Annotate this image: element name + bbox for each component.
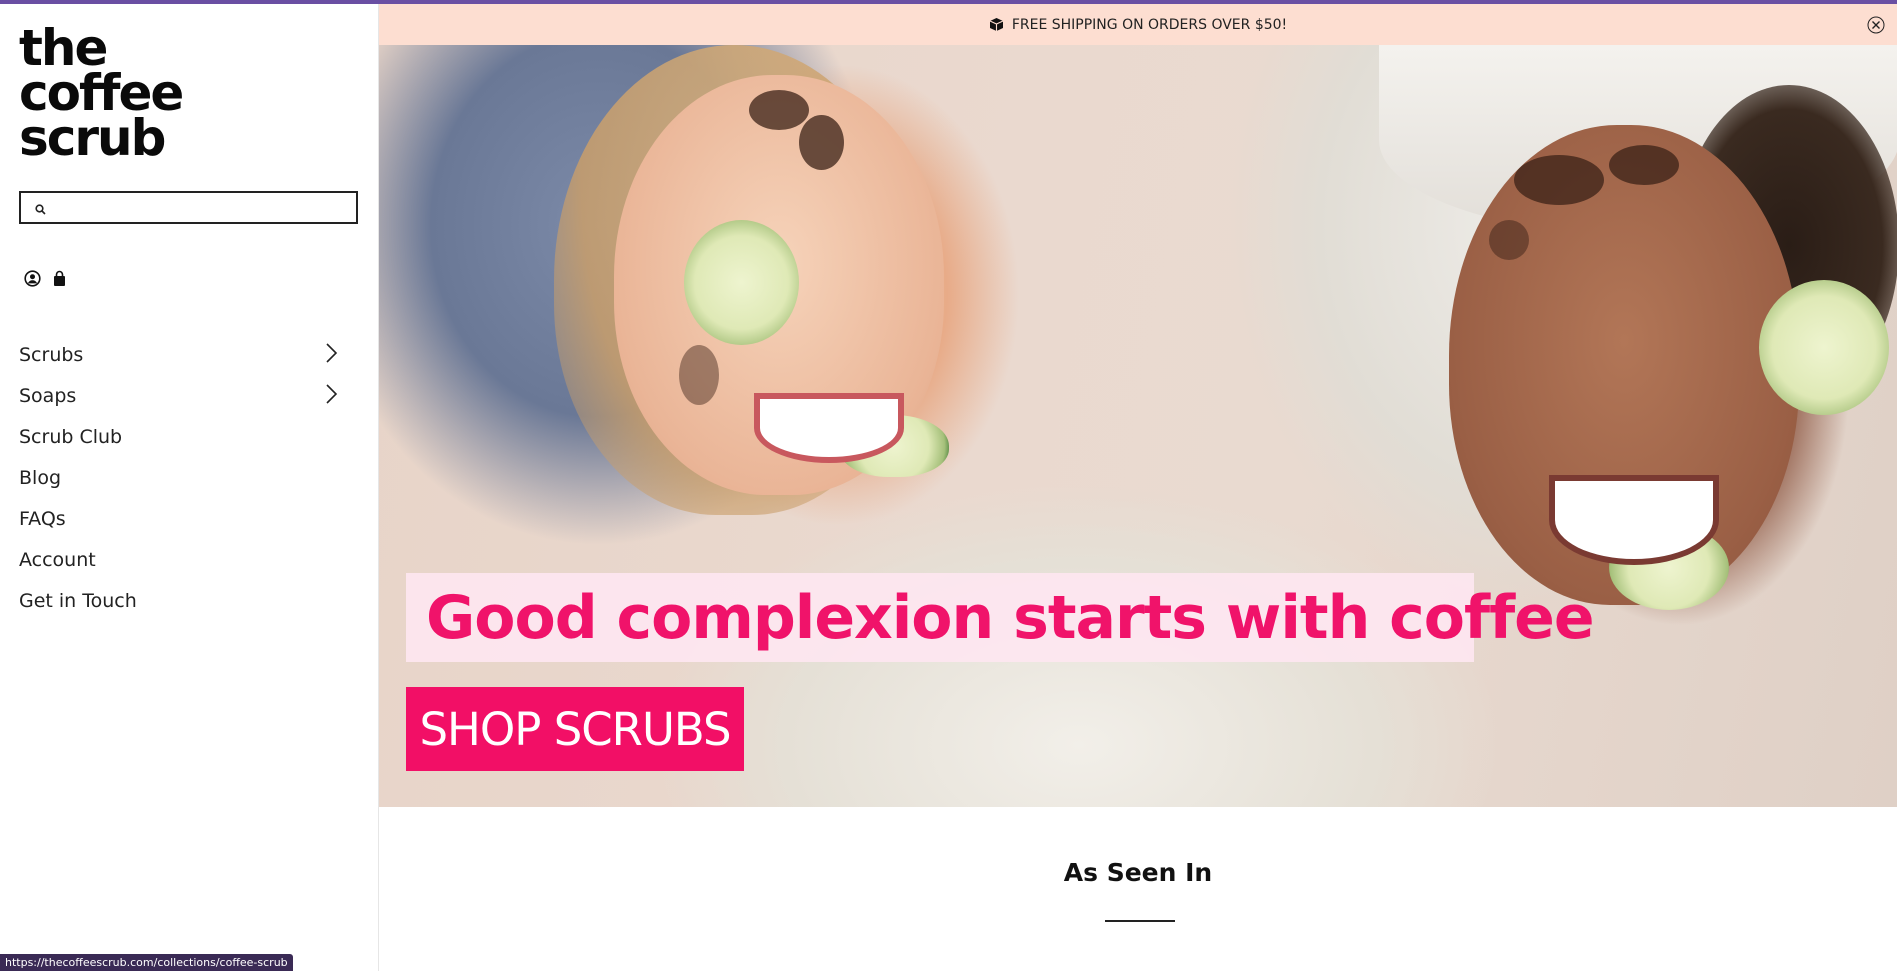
hero-photo-shape: [1489, 220, 1529, 260]
hero-photo-shape: [799, 115, 844, 170]
box-icon: [989, 17, 1004, 32]
chevron-right-icon[interactable]: [322, 381, 340, 407]
status-bar-url: https://thecoffeescrub.com/collections/c…: [0, 954, 293, 971]
shop-scrubs-button[interactable]: SHOP SCRUBS: [406, 687, 744, 771]
bag-icon[interactable]: [51, 270, 68, 287]
hero-photo-shape: [1514, 155, 1604, 205]
nav-item-label: Scrub Club: [19, 425, 123, 448]
nav-item-label: Blog: [19, 466, 61, 489]
hero-photo-shape: [754, 393, 904, 463]
nav-item-scrub-club[interactable]: Scrub Club: [19, 416, 349, 457]
announcement-text: FREE SHIPPING ON ORDERS OVER $50!: [1011, 16, 1288, 33]
announcement-bar: FREE SHIPPING ON ORDERS OVER $50!: [379, 4, 1897, 45]
nav-item-scrubs[interactable]: Scrubs: [19, 334, 349, 375]
hero-photo-shape: [1549, 475, 1719, 565]
brand-logo[interactable]: the coffee scrub: [19, 23, 184, 167]
search-input[interactable]: [55, 195, 351, 220]
as-seen-in-title: As Seen In: [1063, 858, 1213, 887]
nav-item-label: FAQs: [19, 507, 66, 530]
nav-item-get-in-touch[interactable]: Get in Touch: [19, 580, 349, 621]
nav-item-blog[interactable]: Blog: [19, 457, 349, 498]
hero-headline: Good complexion starts with coffee: [426, 582, 1595, 653]
hero-photo-shape: [684, 220, 799, 345]
nav-item-faqs[interactable]: FAQs: [19, 498, 349, 539]
main-nav: Scrubs Soaps Scrub Club Blog FAQs Accoun…: [19, 334, 349, 621]
nav-item-soaps[interactable]: Soaps: [19, 375, 349, 416]
hero-banner[interactable]: Good complexion starts with coffee SHOP …: [379, 45, 1897, 807]
nav-item-label: Scrubs: [19, 343, 84, 366]
sidebar: the coffee scrub Scrubs Soaps Scrub Club…: [0, 4, 379, 971]
close-icon[interactable]: [1867, 16, 1885, 34]
nav-item-label: Get in Touch: [19, 589, 137, 612]
search-icon: [35, 202, 46, 215]
hero-headline-box: Good complexion starts with coffee: [406, 573, 1595, 662]
header-icons: [24, 270, 68, 287]
search-box: [19, 191, 358, 224]
account-icon[interactable]: [24, 270, 41, 287]
nav-item-account[interactable]: Account: [19, 539, 349, 580]
hero-photo-shape: [679, 345, 719, 405]
chevron-right-icon[interactable]: [322, 340, 340, 366]
logo-line-3: scrub: [19, 109, 166, 167]
hero-photo-shape: [749, 90, 809, 130]
hero-photo-shape: [1609, 145, 1679, 185]
nav-item-label: Soaps: [19, 384, 77, 407]
section-divider: [1105, 920, 1175, 922]
nav-item-label: Account: [19, 548, 96, 571]
hero-photo-shape: [1759, 280, 1889, 415]
